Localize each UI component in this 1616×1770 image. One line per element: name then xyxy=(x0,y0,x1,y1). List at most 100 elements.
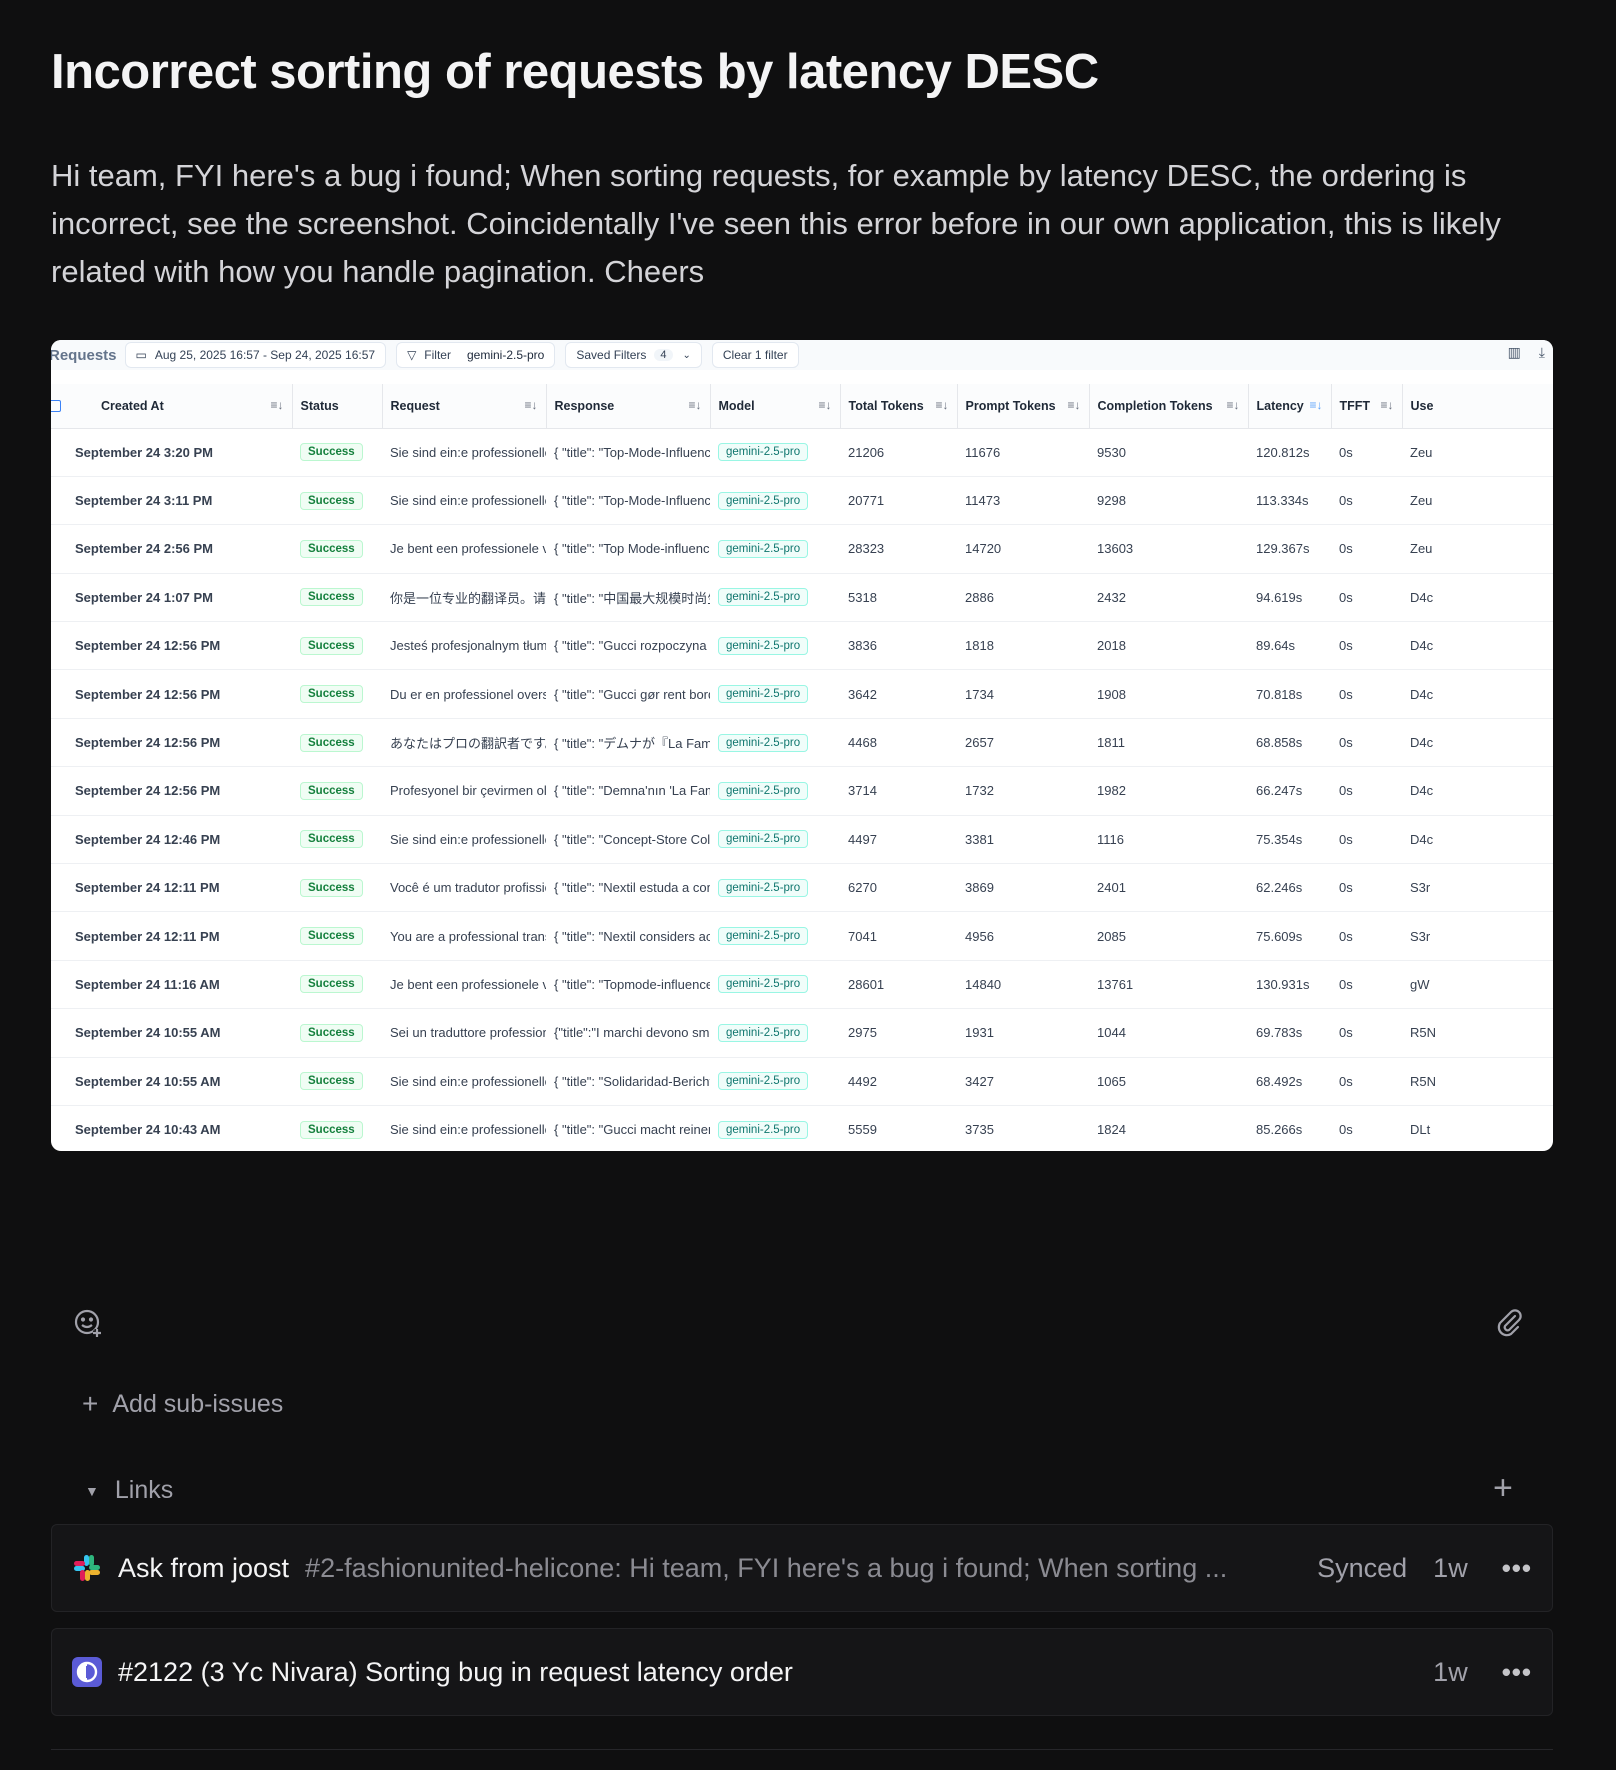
cell-model: gemini-2.5-pro xyxy=(710,766,840,816)
cell-response: { "title": "中国最大规模时尚生活 xyxy=(546,573,710,623)
link-title: #2122 (3 Yc Nivara) Sorting bug in reque… xyxy=(118,1656,793,1687)
cell-total: 21206 xyxy=(840,428,957,477)
saved-filters-count: 4 xyxy=(654,349,673,361)
cell-completion: 2432 xyxy=(1089,573,1248,623)
cell-model: gemini-2.5-pro xyxy=(710,1057,840,1106)
status-badge: Success xyxy=(300,975,363,994)
status-badge: Success xyxy=(300,588,363,607)
cell-total: 4468 xyxy=(840,718,957,768)
table-row: September 24 10:43 AM Success Sie sind ein… xyxy=(51,1105,1553,1151)
cell-prompt: 3869 xyxy=(957,863,1089,913)
cell-prompt: 3427 xyxy=(957,1057,1089,1106)
cell-request: Je bent een professionele ve xyxy=(382,960,546,1010)
cell-prompt: 3381 xyxy=(957,815,1089,865)
date-range-picker: ▭ Aug 25, 2025 16:57 - Sep 24, 2025 16:5… xyxy=(124,342,387,368)
link-row-slack[interactable]: Ask from joost #2-fashionunited-helicone… xyxy=(51,1524,1553,1612)
more-options-icon[interactable]: ••• xyxy=(1502,1657,1532,1688)
cell-tfft: 0s xyxy=(1331,669,1402,719)
sort-icon: ≡↓ xyxy=(1226,398,1240,412)
add-link-button[interactable]: + xyxy=(1493,1471,1513,1505)
links-section-toggle[interactable]: ▼ Links xyxy=(85,1476,173,1505)
cell-user: Zeu xyxy=(1402,524,1553,574)
cell-status: Success xyxy=(292,1057,382,1106)
cell-user: R5N xyxy=(1402,1008,1553,1058)
add-sub-issues-button[interactable]: + Add sub-issues xyxy=(82,1388,283,1420)
cell-user: D4c xyxy=(1402,621,1553,671)
column-header-completion-tokens: Completion Tokens ≡↓ xyxy=(1089,384,1249,429)
saved-filters-label: Saved Filters xyxy=(576,348,647,362)
cell-status: Success xyxy=(292,815,382,865)
cell-user: S3r xyxy=(1402,863,1553,913)
cell-completion: 1908 xyxy=(1089,669,1248,719)
cell-latency: 69.783s xyxy=(1248,1008,1331,1058)
cell-user: D4c xyxy=(1402,718,1553,768)
cell-prompt: 2886 xyxy=(957,573,1089,623)
cell-prompt: 2657 xyxy=(957,718,1089,768)
embedded-screenshot[interactable]: Requests ▭ Aug 25, 2025 16:57 - Sep 24, … xyxy=(51,340,1553,1151)
cell-tfft: 0s xyxy=(1331,524,1402,574)
cell-prompt: 11676 xyxy=(957,428,1089,477)
caret-down-icon: ▼ xyxy=(85,1482,99,1499)
cell-total: 20771 xyxy=(840,476,957,526)
slack-icon xyxy=(74,1555,100,1581)
link-row-linear[interactable]: #2122 (3 Yc Nivara) Sorting bug in reque… xyxy=(51,1628,1553,1716)
cell-completion: 1065 xyxy=(1089,1057,1248,1106)
cell-prompt: 1931 xyxy=(957,1008,1089,1058)
cell-prompt: 1732 xyxy=(957,766,1089,816)
select-all-checkbox xyxy=(51,400,61,413)
table-row: September 24 12:56 PM Success Jesteś profe… xyxy=(51,621,1553,671)
add-reaction-icon[interactable] xyxy=(73,1308,103,1343)
model-badge: gemini-2.5-pro xyxy=(718,1120,809,1139)
cell-request: 你是一位专业的翻译员。请将以 xyxy=(382,573,546,623)
column-header-status: Status xyxy=(292,384,383,429)
filter-label: Filter xyxy=(424,348,451,362)
cell-request: Sei un traduttore professionis xyxy=(382,1008,546,1058)
cell-tfft: 0s xyxy=(1331,766,1402,816)
cell-response: { "title": "Solidaridad-Bericht: xyxy=(546,1057,710,1106)
links-label: Links xyxy=(114,1476,174,1504)
cell-status: Success xyxy=(292,669,382,719)
filter-icon: ▽ xyxy=(407,348,417,362)
cell-status: Success xyxy=(292,960,382,1010)
column-header-created-at: Created At ≡↓ xyxy=(51,384,293,429)
cell-total: 3836 xyxy=(840,621,957,671)
issue-title[interactable]: Incorrect sorting of requests by latency… xyxy=(51,44,1099,100)
date-range-label: Aug 25, 2025 16:57 - Sep 24, 2025 16:57 xyxy=(154,348,376,362)
column-header-prompt-tokens: Prompt Tokens ≡↓ xyxy=(957,384,1090,429)
status-badge: Success xyxy=(300,733,363,752)
sort-icon: ≡↓ xyxy=(1380,398,1394,412)
cell-request: Sie sind ein:e professionelle:r xyxy=(382,428,546,477)
column-header-model: Model ≡↓ xyxy=(710,384,841,429)
cell-total: 3714 xyxy=(840,766,957,816)
cell-prompt: 11473 xyxy=(957,476,1089,526)
sort-icon: ≡↓ xyxy=(270,398,284,412)
cell-status: Success xyxy=(292,524,382,574)
cell-tfft: 0s xyxy=(1331,428,1402,477)
sort-icon: ≡↓ xyxy=(1067,398,1081,412)
issue-description[interactable]: Hi team, FYI here's a bug i found; When … xyxy=(51,152,1551,296)
cell-created: September 24 12:56 PM xyxy=(51,718,292,768)
attachment-icon[interactable] xyxy=(1494,1307,1524,1342)
more-options-icon[interactable]: ••• xyxy=(1502,1553,1532,1584)
sort-icon: ≡↓ xyxy=(935,398,949,412)
requests-toolbar: Requests ▭ Aug 25, 2025 16:57 - Sep 24, … xyxy=(51,340,1553,370)
cell-model: gemini-2.5-pro xyxy=(710,960,840,1010)
cell-created: September 24 12:56 PM xyxy=(51,669,292,719)
sort-icon: ≡↓ xyxy=(524,398,538,412)
cell-model: gemini-2.5-pro xyxy=(710,1008,840,1058)
cell-latency: 85.266s xyxy=(1248,1105,1331,1151)
cell-completion: 2401 xyxy=(1089,863,1248,913)
cell-user: D4c xyxy=(1402,815,1553,865)
cell-model: gemini-2.5-pro xyxy=(710,573,840,623)
cell-request: Du er en professionel oversæ xyxy=(382,669,546,719)
table-row: September 24 11:16 AM Success Je bent een … xyxy=(51,960,1553,1010)
cell-status: Success xyxy=(292,1105,382,1151)
cell-latency: 62.246s xyxy=(1248,863,1331,913)
column-header-user: Use xyxy=(1402,384,1553,429)
cell-created: September 24 3:11 PM xyxy=(51,476,292,526)
sort-icon: ≡↓ xyxy=(818,398,832,412)
cell-latency: 68.858s xyxy=(1248,718,1331,768)
cell-status: Success xyxy=(292,476,382,526)
cell-response: { "title": "Top-Mode-Influence xyxy=(546,428,710,477)
cell-tfft: 0s xyxy=(1331,718,1402,768)
